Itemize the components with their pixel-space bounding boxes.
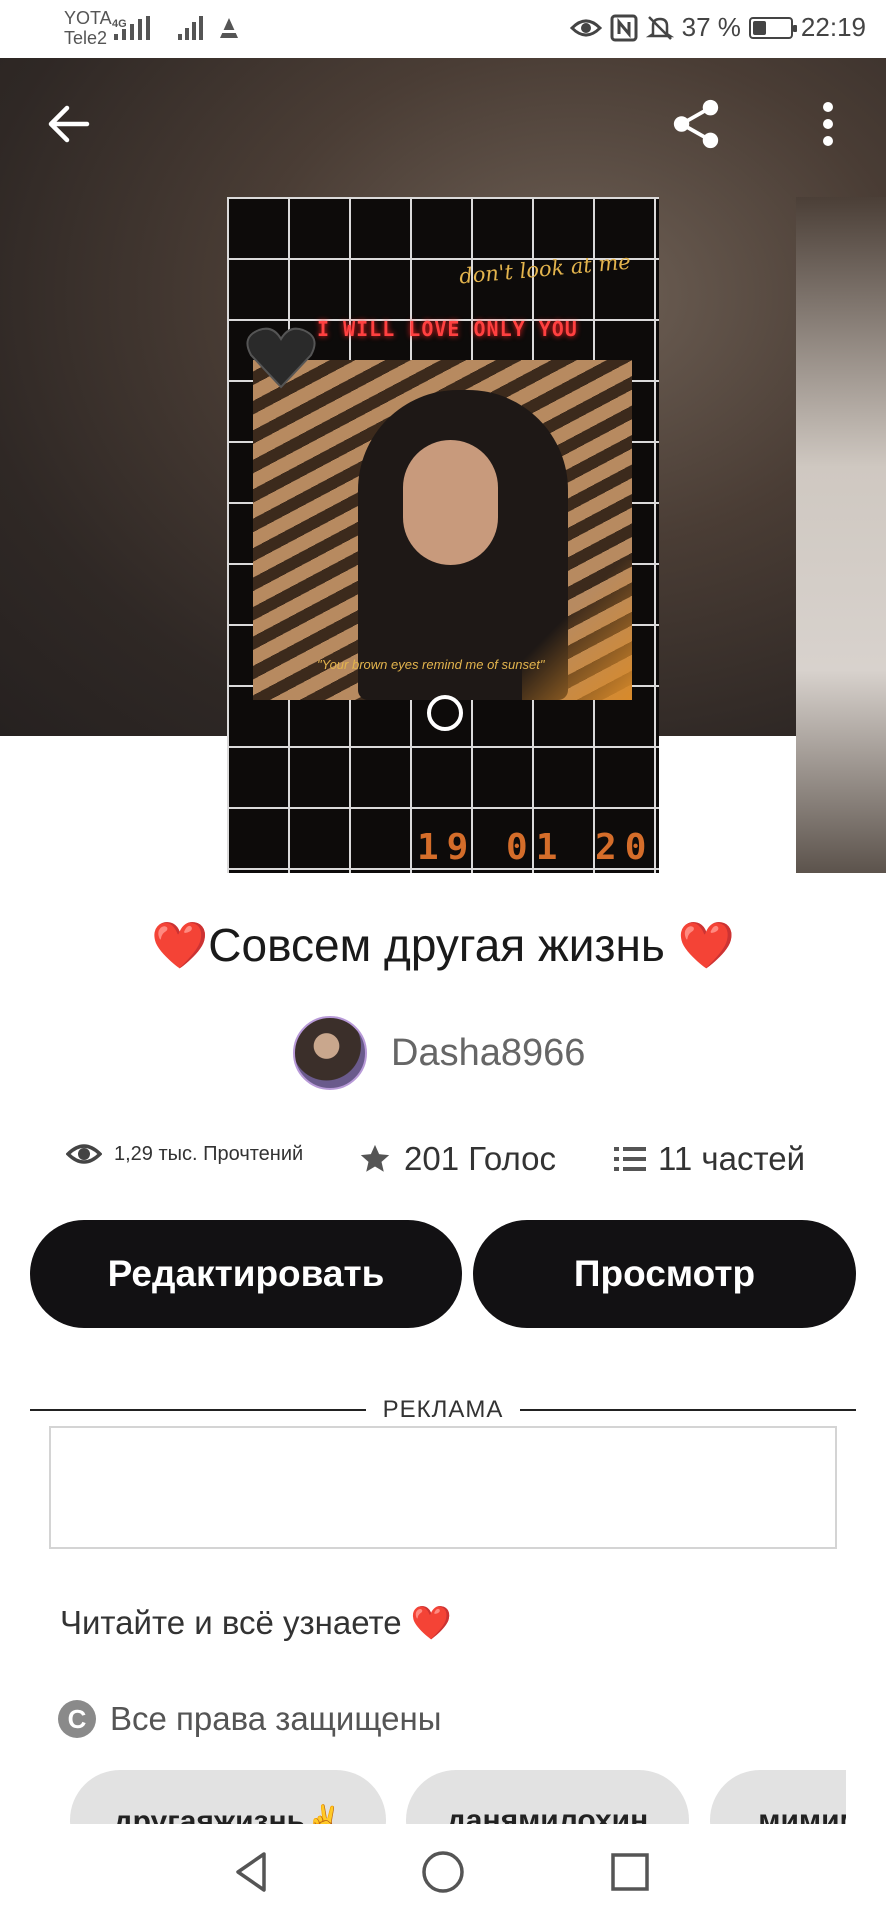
shutter-icon <box>427 695 463 731</box>
view-button[interactable]: Просмотр <box>473 1220 856 1328</box>
divider-line <box>520 1409 856 1411</box>
nfc-icon <box>610 14 638 41</box>
system-nav-bar <box>0 1824 886 1920</box>
nav-home-button[interactable] <box>417 1846 469 1898</box>
reads-count: 1,29 тыс. Прочтений <box>114 1142 304 1165</box>
battery-icon <box>748 16 797 39</box>
more-button[interactable] <box>802 98 854 150</box>
status-right: 37 % 22:19 <box>569 12 866 43</box>
signal-icon <box>178 16 203 40</box>
eye-icon <box>569 19 602 36</box>
cover-text-quote: "Your brown eyes remind me of sunset" <box>317 657 545 672</box>
story-stats: 1,29 тыс. Прочтений 201 Голос 11 частей <box>0 1140 886 1184</box>
tag-chip[interactable]: данямилохин <box>406 1770 689 1824</box>
avatar[interactable] <box>293 1016 367 1090</box>
cover-text-neon: I WILL LOVE ONLY YOU <box>317 317 578 341</box>
circle-home-icon <box>422 1851 464 1893</box>
edit-button[interactable]: Редактировать <box>30 1220 462 1328</box>
battery-fill <box>752 20 767 35</box>
carrier-1: YOTA <box>64 8 112 28</box>
tag-chip[interactable]: другаяжизнь✌️ <box>70 1770 386 1824</box>
copyright-icon: C <box>58 1700 96 1738</box>
mute-icon <box>645 15 674 40</box>
story-description: Читайте и всё узнаете ❤️ <box>60 1604 452 1641</box>
author-name[interactable]: Dasha8966 <box>391 1032 585 1075</box>
more-vertical-icon <box>823 102 833 146</box>
cover-glow <box>522 560 632 700</box>
copyright-text: Все права защищены <box>110 1700 442 1737</box>
nav-recents-button[interactable] <box>604 1846 656 1898</box>
next-story-cover[interactable] <box>796 197 886 873</box>
carrier-labels: YOTA Tele2 4G <box>64 8 127 48</box>
clock: 22:19 <box>800 12 866 42</box>
tag-chip[interactable]: мимим <box>710 1770 846 1824</box>
tag-list: другаяжизнь✌️ данямилохин мимим <box>0 1770 846 1824</box>
ad-banner[interactable] <box>49 1426 837 1549</box>
status-bar: YOTA Tele2 4G 37 % 22:19 <box>0 0 886 58</box>
share-icon <box>673 99 719 149</box>
nav-back-button[interactable] <box>226 1846 278 1898</box>
list-icon <box>614 1147 646 1171</box>
story-cover[interactable]: don't look at me I WILL LOVE ONLY YOU "Y… <box>227 197 659 873</box>
cover-photo <box>253 360 632 700</box>
copyright-row: C Все права защищены <box>58 1700 441 1738</box>
parts-stat: 11 частей <box>614 1140 805 1178</box>
cover-face <box>403 440 498 565</box>
votes-stat: 201 Голос <box>358 1140 556 1178</box>
parts-count: 11 частей <box>658 1140 806 1177</box>
cover-text-digits: 19 01 20 <box>417 827 655 868</box>
square-recents-icon <box>611 1853 649 1891</box>
eye-icon <box>66 1144 102 1164</box>
share-button[interactable] <box>670 98 722 150</box>
ad-divider: РЕКЛАМА <box>30 1396 856 1424</box>
signal-icon <box>114 16 150 40</box>
votes-count: 201 Голос <box>404 1140 556 1177</box>
arrow-left-icon <box>48 105 90 143</box>
star-icon <box>360 1144 390 1172</box>
battery-percent: 37 % <box>681 12 741 42</box>
heart-icon <box>246 327 316 389</box>
back-button[interactable] <box>42 98 94 150</box>
carrier-2: Tele2 <box>64 28 108 48</box>
notification-icon <box>220 18 238 38</box>
author-row[interactable]: Dasha8966 <box>293 1016 585 1090</box>
triangle-back-icon <box>236 1852 266 1892</box>
reads-stat: 1,29 тыс. Прочтений <box>66 1140 303 1168</box>
story-title: ❤️Совсем другая жизнь ❤️ <box>151 919 735 971</box>
